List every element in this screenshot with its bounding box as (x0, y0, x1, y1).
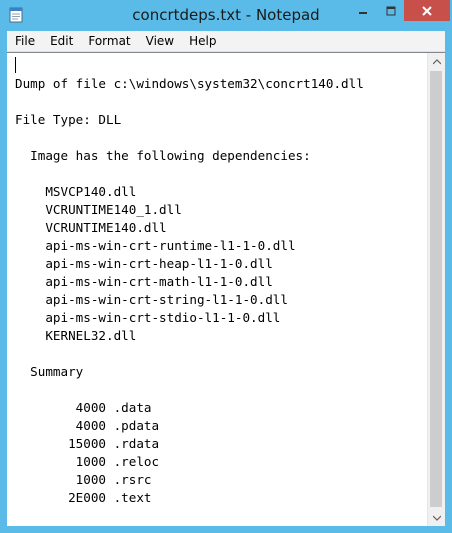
menu-help[interactable]: Help (181, 34, 223, 48)
minimize-button[interactable] (349, 0, 377, 21)
menu-format[interactable]: Format (80, 34, 137, 48)
document-text[interactable]: Dump of file c:\windows\system32\concrt1… (15, 57, 364, 507)
scrollbar-thumb[interactable] (430, 71, 442, 507)
menu-edit[interactable]: Edit (42, 34, 80, 48)
vertical-scrollbar[interactable] (427, 53, 445, 526)
maximize-icon (386, 6, 395, 15)
maximize-button[interactable] (377, 0, 404, 21)
close-button[interactable] (404, 0, 450, 21)
close-icon (422, 5, 432, 16)
menu-file[interactable]: File (7, 34, 42, 48)
scroll-down-button[interactable] (428, 509, 445, 526)
scroll-up-button[interactable] (428, 53, 445, 70)
menu-view[interactable]: View (138, 34, 181, 48)
text-caret (15, 57, 16, 73)
scroll-down-arrow-icon (432, 515, 441, 521)
minimize-icon (359, 11, 367, 14)
text-editor-area[interactable]: Dump of file c:\windows\system32\concrt1… (7, 52, 445, 526)
notepad-window: concrtdeps.txt - Notepad File Edit Forma… (0, 0, 452, 533)
menu-bar: File Edit Format View Help (7, 31, 445, 52)
title-bar[interactable]: concrtdeps.txt - Notepad (0, 0, 452, 31)
scroll-up-arrow-icon (432, 58, 441, 64)
